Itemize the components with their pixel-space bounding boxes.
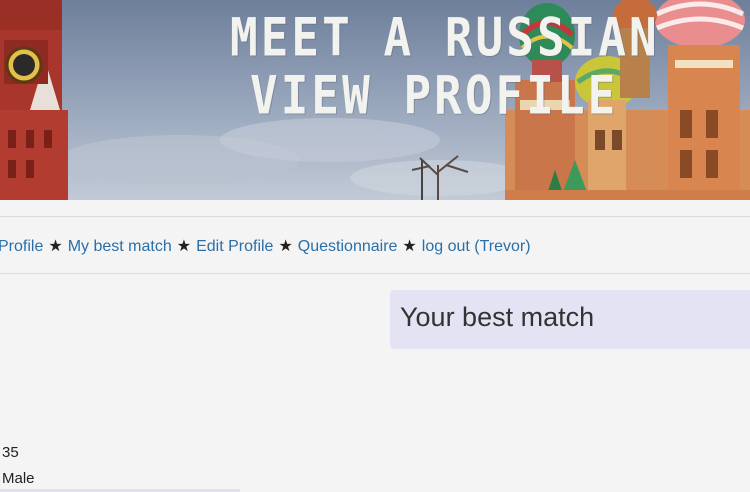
nav-link-edit-profile[interactable]: Edit Profile	[196, 238, 273, 255]
banner-title: MEET A RUSSIAN VIEW PROFILE	[0, 0, 750, 200]
best-match-heading: Your best match	[400, 302, 595, 332]
star-separator-icon: ★	[402, 238, 417, 255]
banner-title-line2: VIEW PROFILE	[250, 64, 619, 127]
profile-gender: Male	[2, 470, 35, 487]
banner-title-line1: MEET A RUSSIAN	[230, 6, 660, 69]
nav-divider-bottom	[0, 273, 750, 274]
star-separator-icon: ★	[176, 238, 192, 255]
star-separator-icon: ★	[278, 238, 293, 255]
profile-age: 35	[2, 444, 19, 461]
nav-link-my-best-match[interactable]: My best match	[68, 238, 172, 255]
nav-link-log-out[interactable]: log out (Trevor)	[422, 238, 531, 255]
nav-link-profile[interactable]: Profile	[0, 238, 43, 255]
nav-divider-top	[0, 216, 750, 217]
main-nav: Profile ★ My best match ★ Edit Profile ★ Quest…	[0, 236, 531, 256]
nav-link-questionnaire[interactable]: Questionnaire	[298, 238, 398, 255]
best-match-panel: Your best match	[390, 290, 750, 349]
header-banner: MEET A RUSSIAN VIEW PROFILE	[0, 0, 750, 200]
star-separator-icon: ★	[48, 238, 63, 255]
